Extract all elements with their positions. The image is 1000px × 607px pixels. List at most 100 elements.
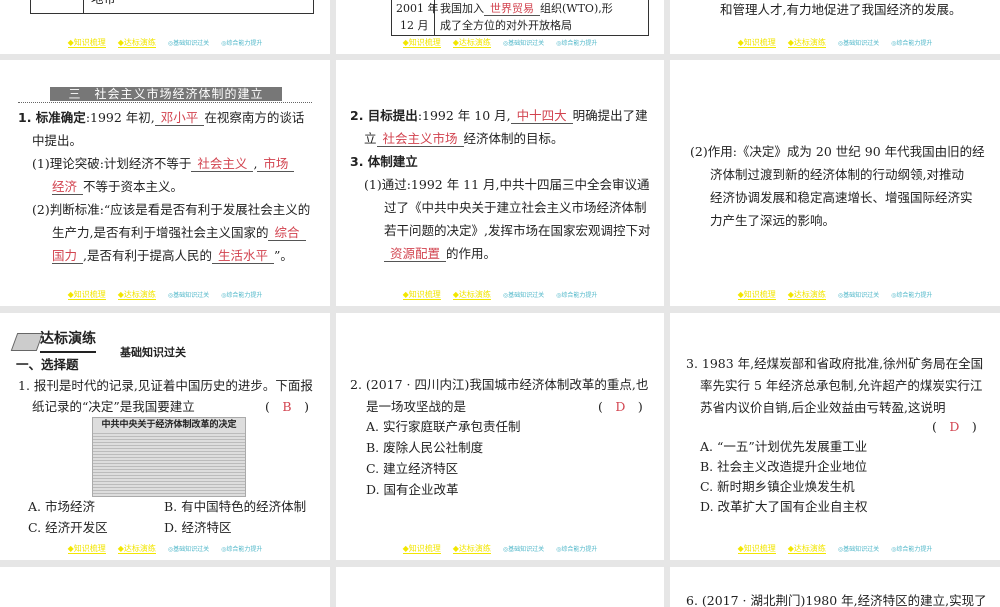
footer-nav[interactable]: ◆知识梳理 ◆达标演练 ◎基础知识过关 ◎综合能力提升 bbox=[670, 289, 1000, 300]
footer-link[interactable]: ◆知识梳理 bbox=[67, 290, 106, 300]
table-cell: 地带 bbox=[91, 0, 116, 10]
footer-link[interactable]: ◆知识梳理 bbox=[402, 544, 441, 554]
footer-nav[interactable]: ◆知识梳理 ◆达标演练 ◎基础知识过关 ◎综合能力提升 bbox=[336, 543, 664, 554]
footer-link[interactable]: ◆知识梳理 bbox=[737, 544, 776, 554]
slide-8: 2. (2017 · 四川内江)我国城市经济体制改革的重点,也 是一场攻坚战的是… bbox=[336, 313, 664, 560]
footer-nav[interactable]: ◆知识梳理 ◆达标演练 ◎基础知识过关 ◎综合能力提升 bbox=[0, 289, 330, 300]
footer-link[interactable]: ◎基础知识过关 bbox=[503, 292, 544, 299]
footer-link[interactable]: ◎综合能力提升 bbox=[556, 546, 597, 553]
question: 率先实行 5 年经济总承包制,允许超产的煤炭实行江 bbox=[700, 378, 983, 393]
slide-2: 2001 年 12 月 我国加入 世界贸易 组织(WTO),形 成了全方位的对外开放… bbox=[336, 0, 664, 54]
option-c[interactable]: C. 经济开发区 bbox=[28, 516, 108, 539]
option-d[interactable]: D. 经济特区 bbox=[164, 516, 232, 539]
q2: 2. 目标提出:1992 年 10 月, 中十四大 明确提出了建 bbox=[350, 108, 648, 124]
slide-12: 6. (2017 · 湖北荆门)1980 年,经济特区的建立,实现了 bbox=[670, 567, 1000, 607]
section-subtitle: 基础知识过关 bbox=[120, 346, 186, 359]
text: 经济协调发展和稳定高速增长、增强国际经济实 bbox=[710, 190, 973, 205]
question: 纸记录的“决定”是我国要建立 bbox=[32, 399, 195, 414]
footer-link[interactable]: ◎基础知识过关 bbox=[838, 40, 879, 47]
footer-link[interactable]: ◎综合能力提升 bbox=[891, 546, 932, 553]
answer: ( B ) bbox=[265, 399, 309, 414]
slide-1: 地带 ◆知识梳理 ◆达标演练 ◎基础知识过关 ◎综合能力提升 bbox=[0, 0, 330, 54]
footer-nav[interactable]: ◆知识梳理 ◆达标演练 ◎基础知识过关 ◎综合能力提升 bbox=[670, 543, 1000, 554]
table-cell-event: 我国加入 世界贸易 组织(WTO),形 bbox=[440, 2, 613, 16]
text-line: 和管理人才,有力地促进了我国经济的发展。 bbox=[720, 2, 962, 17]
footer-link[interactable]: ◎基础知识过关 bbox=[503, 40, 544, 47]
footer-nav[interactable]: ◆知识梳理 ◆达标演练 ◎基础知识过关 ◎综合能力提升 bbox=[0, 543, 330, 554]
section-heading: 三 社会主义市场经济体制的建立 bbox=[50, 87, 282, 101]
option-a[interactable]: A. 市场经济 bbox=[28, 495, 95, 518]
footer-link[interactable]: ◎综合能力提升 bbox=[221, 546, 262, 553]
slide-7: 达标演练 基础知识过关 一、选择题 1. 报刊是时代的记录,见证着中国历史的进步… bbox=[0, 313, 330, 560]
footer-link[interactable]: ◆知识梳理 bbox=[67, 544, 106, 554]
footer-link[interactable]: ◆知识梳理 bbox=[737, 290, 776, 300]
option-d[interactable]: D. 改革扩大了国有企业自主权 bbox=[700, 495, 868, 518]
slide-3: 和管理人才,有力地促进了我国经济的发展。 ◆知识梳理 ◆达标演练 ◎基础知识过关 ◎综… bbox=[670, 0, 1000, 54]
question: 3. 1983 年,经煤炭部和省政府批准,徐州矿务局在全国 bbox=[686, 356, 984, 371]
text: 济体制过渡到新的经济体制的行动纲领,对推动 bbox=[710, 167, 964, 182]
option-b[interactable]: B. 废除人民公社制度 bbox=[366, 436, 483, 459]
footer-link[interactable]: ◆达标演练 bbox=[117, 544, 156, 554]
table-cell-year: 2001 年 bbox=[396, 2, 439, 15]
option-b[interactable]: B. 有中国特色的经济体制 bbox=[164, 495, 306, 518]
question: 1. 报刊是时代的记录,见证着中国历史的进步。下面报 bbox=[18, 378, 313, 393]
footer-link[interactable]: ◆达标演练 bbox=[117, 290, 156, 300]
slide-11 bbox=[336, 567, 664, 607]
slide-10 bbox=[0, 567, 330, 607]
footer-nav[interactable]: ◆知识梳理 ◆达标演练 ◎基础知识过关 ◎综合能力提升 bbox=[336, 37, 664, 48]
s1b: 经济 不等于资本主义。 bbox=[52, 179, 184, 195]
footer-link[interactable]: ◎综合能力提升 bbox=[221, 292, 262, 299]
s1: (1)理论突破:计划经济不等于 社会主义, 市场 bbox=[32, 152, 295, 175]
option-d[interactable]: D. 国有企业改革 bbox=[366, 478, 459, 501]
footer-link[interactable]: ◆达标演练 bbox=[787, 38, 826, 48]
question: 苏省内议价自销,后企业效益由亏转盈,这说明 bbox=[700, 400, 946, 415]
question: 2. (2017 · 四川内江)我国城市经济体制改革的重点,也 bbox=[350, 377, 649, 392]
footer-nav[interactable]: ◆知识梳理 ◆达标演练 ◎基础知识过关 ◎综合能力提升 bbox=[670, 37, 1000, 48]
s2c: 国力 ,是否有利于提高人民的 生活水平”。 bbox=[52, 248, 293, 264]
footer-link[interactable]: ◎基础知识过关 bbox=[168, 292, 209, 299]
section-label: 一、选择题 bbox=[16, 357, 79, 372]
text: (1)通过:1992 年 11 月,中共十四届三中全会审议通 bbox=[364, 177, 650, 192]
answer: ( D ) bbox=[932, 419, 977, 434]
footer-link[interactable]: ◆达标演练 bbox=[117, 38, 156, 48]
footer-link[interactable]: ◎综合能力提升 bbox=[891, 292, 932, 299]
section-title: 达标演练 bbox=[40, 328, 96, 353]
footer-link[interactable]: ◆知识梳理 bbox=[67, 38, 106, 48]
footer-link[interactable]: ◆知识梳理 bbox=[402, 290, 441, 300]
book-icon bbox=[10, 333, 44, 351]
footer-link[interactable]: ◎综合能力提升 bbox=[556, 40, 597, 47]
text: 资源配置 的作用。 bbox=[384, 242, 496, 265]
footer-link[interactable]: ◎综合能力提升 bbox=[556, 292, 597, 299]
footer-link[interactable]: ◆达标演练 bbox=[452, 290, 491, 300]
q1: 1. 标准确定:1992 年初, 邓小平 在视察南方的谈话 bbox=[18, 110, 305, 126]
answer: ( D ) bbox=[598, 399, 643, 414]
option-c[interactable]: C. 建立经济特区 bbox=[366, 457, 458, 480]
footer-link[interactable]: ◎基础知识过关 bbox=[838, 546, 879, 553]
table: 2001 年 12 月 我国加入 世界贸易 组织(WTO),形 成了全方位的对外开放… bbox=[391, 0, 649, 36]
q3: 3. 体制建立 bbox=[350, 154, 418, 169]
footer-nav[interactable]: ◆知识梳理 ◆达标演练 ◎基础知识过关 ◎综合能力提升 bbox=[336, 289, 664, 300]
table-cell-month: 12 月 bbox=[400, 19, 429, 32]
slide-4: 三 社会主义市场经济体制的建立 1. 标准确定:1992 年初, 邓小平 在视察南方… bbox=[0, 60, 330, 306]
slide-5: 2. 目标提出:1992 年 10 月, 中十四大 明确提出了建 立社会主义市场 经济… bbox=[336, 60, 664, 306]
footer-link[interactable]: ◎综合能力提升 bbox=[891, 40, 932, 47]
footer-link[interactable]: ◎基础知识过关 bbox=[168, 40, 209, 47]
footer-link[interactable]: ◆知识梳理 bbox=[402, 38, 441, 48]
table: 地带 bbox=[30, 0, 314, 14]
footer-link[interactable]: ◆达标演练 bbox=[787, 290, 826, 300]
option-a[interactable]: A. 实行家庭联产承包责任制 bbox=[366, 415, 520, 438]
footer-link[interactable]: ◆达标演练 bbox=[452, 544, 491, 554]
text: 中提出。 bbox=[32, 133, 83, 148]
text: 若干问题的决定》,发挥市场在国家宏观调控下对 bbox=[384, 223, 651, 238]
footer-link[interactable]: ◎基础知识过关 bbox=[503, 546, 544, 553]
footer-link[interactable]: ◆知识梳理 bbox=[737, 38, 776, 48]
table-cell-event-2: 成了全方位的对外开放格局 bbox=[440, 19, 572, 32]
footer-link[interactable]: ◆达标演练 bbox=[787, 544, 826, 554]
slide-6: (2)作用:《决定》成为 20 世纪 90 年代我国由旧的经 济体制过渡到新的经… bbox=[670, 60, 1000, 306]
footer-link[interactable]: ◎基础知识过关 bbox=[838, 292, 879, 299]
footer-link[interactable]: ◆达标演练 bbox=[452, 38, 491, 48]
q2b: 立社会主义市场 经济体制的目标。 bbox=[364, 131, 564, 147]
footer-link[interactable]: ◎综合能力提升 bbox=[221, 40, 262, 47]
footer-link[interactable]: ◎基础知识过关 bbox=[168, 546, 209, 553]
footer-nav[interactable]: ◆知识梳理 ◆达标演练 ◎基础知识过关 ◎综合能力提升 bbox=[0, 37, 330, 48]
